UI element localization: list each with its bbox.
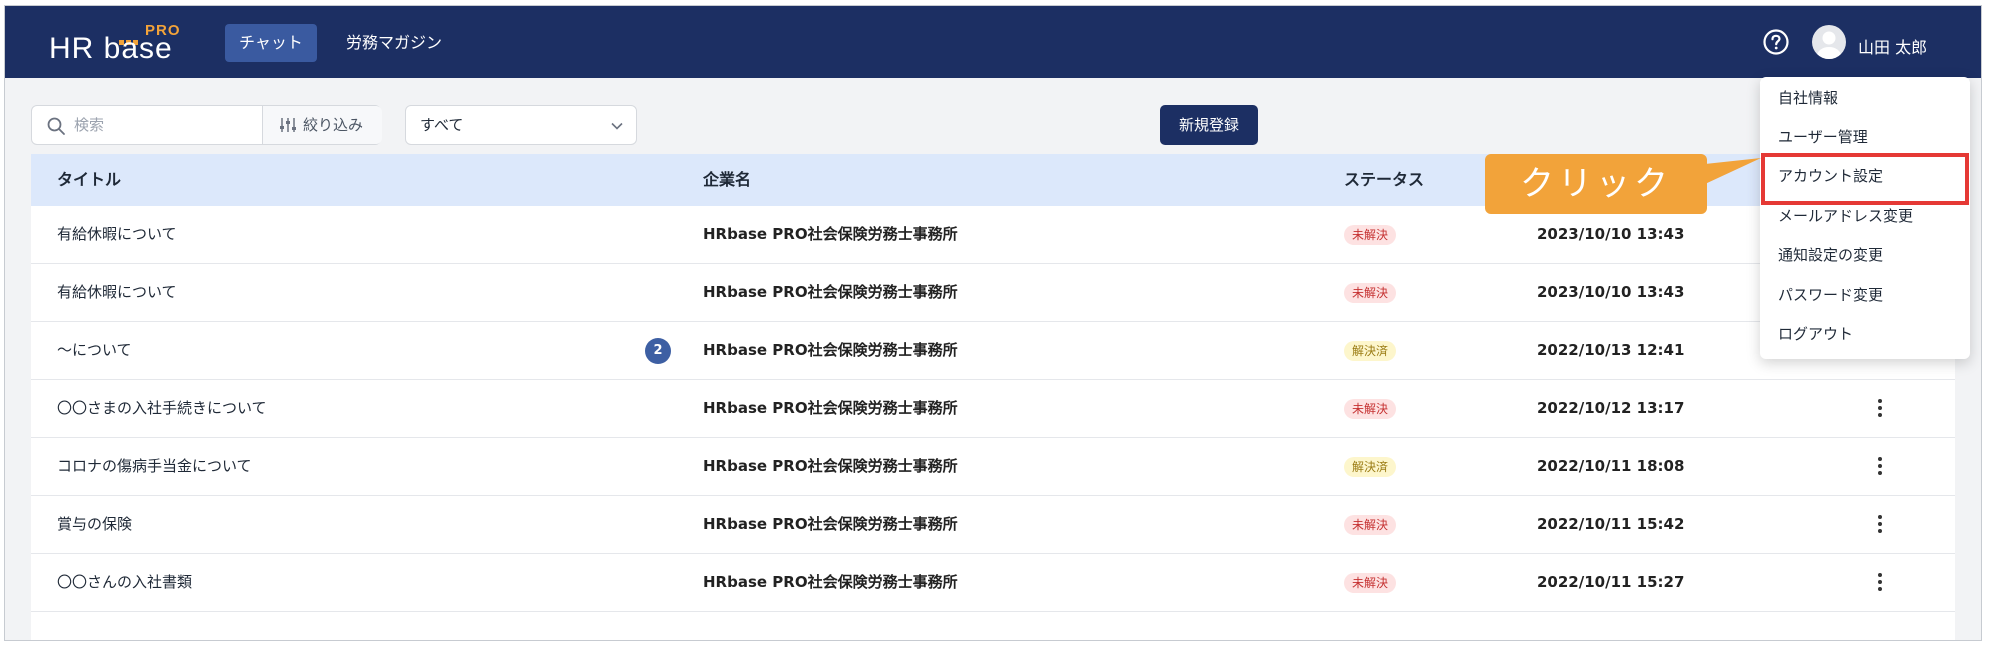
row-company: HRbase PRO社会保険労務士事務所 [703,515,958,533]
table-row[interactable]: 〇〇さまの入社手続きについて HRbase PRO社会保険労務士事務所 未解決 … [31,380,1955,438]
menu-item-password-change[interactable]: パスワード変更 [1778,280,1883,310]
status-badge: 未解決 [1344,515,1397,535]
table-row[interactable]: 賞与の保険 HRbase PRO社会保険労務士事務所 未解決 2022/10/1… [31,496,1955,554]
user-name[interactable]: 山田 太郎 [1858,34,1927,58]
row-company: HRbase PRO社会保険労務士事務所 [703,457,958,475]
row-date: 2022/10/12 13:17 [1537,399,1685,417]
nav-tab-magazine[interactable]: 労務マガジン [332,24,456,62]
hrbase-logo[interactable]: PRO HR base [49,22,180,68]
header-status[interactable]: ステータス [1344,154,1424,206]
row-date: 2022/10/11 15:42 [1537,515,1685,533]
avatar-person-icon [1817,31,1841,59]
status-badge: 解決済 [1344,457,1397,477]
menu-item-company-info[interactable]: 自社情報 [1778,83,1838,113]
filter-sliders-icon [280,118,296,132]
row-date: 2022/10/11 18:08 [1537,457,1685,475]
table-row[interactable]: コロナの傷病手当金について HRbase PRO社会保険労務士事務所 解決済 2… [31,438,1955,496]
header-title[interactable]: タイトル [57,154,121,206]
new-register-button[interactable]: 新規登録 [1160,105,1258,145]
row-title: 〇〇さんの入社書類 [57,573,193,591]
user-dropdown-menu: 自社情報 ユーザー管理 アカウント設定 メールアドレス変更 通知設定の変更 パス… [1760,77,1970,359]
row-date: 2022/10/11 15:27 [1537,573,1685,591]
row-more-icon[interactable] [1872,397,1888,421]
chat-table: タイトル 企業名 ステータス 有給休暇について HRbase PRO社会保険労務… [31,154,1955,640]
user-avatar[interactable] [1812,25,1846,59]
table-row-partial[interactable] [31,612,1955,640]
table-row[interactable]: 〇〇さんの入社書類 HRbase PRO社会保険労務士事務所 未解決 2022/… [31,554,1955,612]
row-more-icon[interactable] [1872,513,1888,537]
menu-item-user-management[interactable]: ユーザー管理 [1778,122,1868,152]
status-badge: 解決済 [1344,341,1397,361]
status-select-value: すべて [420,116,464,134]
click-callout: クリック [1485,154,1707,214]
status-badge: 未解決 [1344,399,1397,419]
filter-button[interactable]: 絞り込み [262,106,382,144]
search-box: 絞り込み [31,105,382,145]
highlight-box [1761,153,1969,205]
table-row[interactable]: 〜について 2 HRbase PRO社会保険労務士事務所 解決済 2022/10… [31,322,1955,380]
row-title: 有給休暇について [57,225,177,243]
menu-item-logout[interactable]: ログアウト [1778,319,1853,349]
unread-count-badge: 2 [645,338,671,364]
row-title: 〇〇さまの入社手続きについて [57,399,267,417]
logo-text: HR base [49,32,173,65]
status-select[interactable]: すべて [405,105,637,145]
row-date: 2022/10/13 12:41 [1537,341,1685,359]
row-title: 有給休暇について [57,283,177,301]
row-title: コロナの傷病手当金について [57,457,252,475]
top-header: PRO HR base チャット 労務マガジン 山田 太郎 [5,6,1981,78]
status-badge: 未解決 [1344,225,1397,245]
row-company: HRbase PRO社会保険労務士事務所 [703,573,958,591]
callout-arrow-icon [1705,158,1761,184]
table-row[interactable]: 有給休暇について HRbase PRO社会保険労務士事務所 未解決 2023/1… [31,206,1955,264]
row-title: 賞与の保険 [57,515,133,533]
app-frame: PRO HR base チャット 労務マガジン 山田 太郎 検索 絞り込み すべ… [4,5,1982,641]
status-badge: 未解決 [1344,573,1397,593]
search-input[interactable] [32,106,262,144]
help-icon[interactable] [1762,28,1790,56]
menu-item-notification-settings[interactable]: 通知設定の変更 [1778,240,1883,270]
nav-tab-chat[interactable]: チャット [225,24,317,62]
row-date: 2023/10/10 13:43 [1537,225,1685,243]
row-company: HRbase PRO社会保険労務士事務所 [703,399,958,417]
chevron-down-icon [611,122,623,130]
row-company: HRbase PRO社会保険労務士事務所 [703,341,958,359]
filter-label: 絞り込み [303,116,364,134]
row-more-icon[interactable] [1872,455,1888,479]
row-company: HRbase PRO社会保険労務士事務所 [703,283,958,301]
menu-item-email-change[interactable]: メールアドレス変更 [1778,201,1913,231]
row-title: 〜について [57,341,132,359]
row-date: 2023/10/10 13:43 [1537,283,1685,301]
header-company[interactable]: 企業名 [703,154,751,206]
row-more-icon[interactable] [1872,571,1888,595]
status-badge: 未解決 [1344,283,1397,303]
row-company: HRbase PRO社会保険労務士事務所 [703,225,958,243]
table-row[interactable]: 有給休暇について HRbase PRO社会保険労務士事務所 未解決 2023/1… [31,264,1955,322]
